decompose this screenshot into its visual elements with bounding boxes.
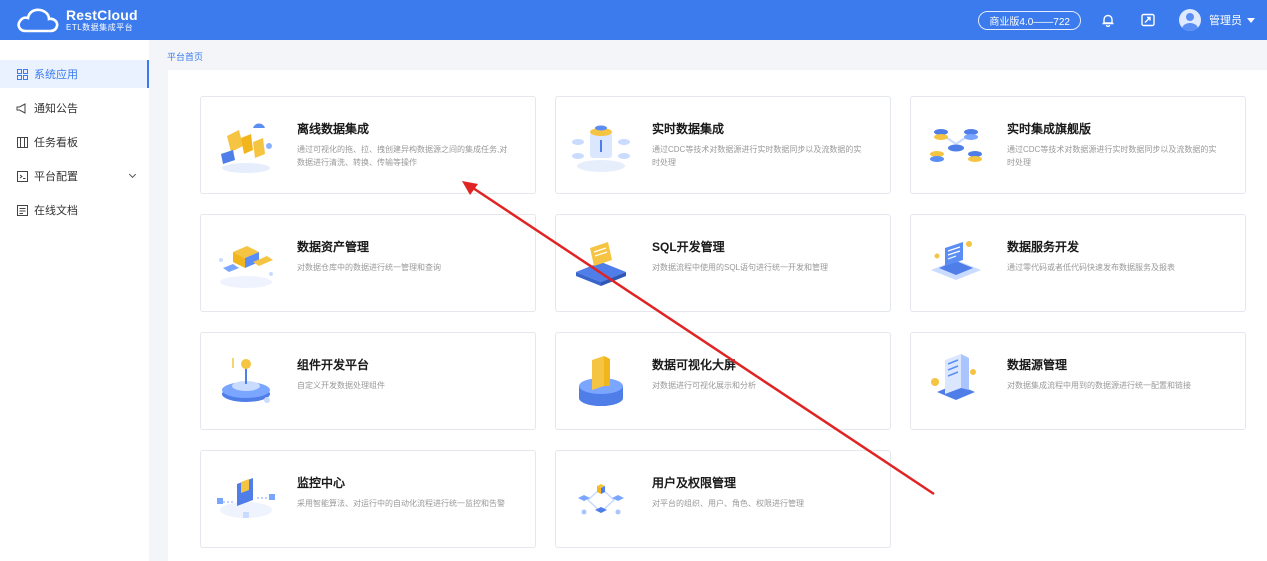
card-title: 数据可视化大屏 [652, 358, 737, 372]
sidebar-item-label: 任务看板 [34, 137, 78, 149]
card-description: 通过可视化的拖、拉、拽创建异构数据源之间的集成任务,对数据进行清洗、转换、传输等… [297, 145, 508, 167]
sidebar-item-label: 在线文档 [34, 205, 78, 217]
top-header: RestCloud ETL数据集成平台 商业版4.0——722 管理员 [0, 0, 1267, 40]
card-description: 对数据进行可视化展示和分析 [652, 381, 756, 390]
card-description: 对数据集成流程中用到的数据源进行统一配置和链接 [1007, 381, 1191, 390]
card-title: 实时集成旗舰版 [1007, 122, 1092, 136]
board-icon [16, 136, 28, 148]
card-title: 用户及权限管理 [652, 476, 737, 490]
card-description: 通过零代码或者低代码快速发布数据服务及报表 [1007, 263, 1175, 272]
document-icon [16, 204, 28, 216]
logo[interactable]: RestCloud ETL数据集成平台 [16, 5, 138, 35]
card-description: 通过CDC等技术对数据源进行实时数据同步以及流数据的实时处理 [1007, 145, 1217, 167]
user-menu[interactable]: 管理员 [1179, 9, 1255, 31]
card-description: 对平台的组织、用户、角色、权限进行管理 [652, 499, 804, 508]
megaphone-icon [16, 102, 28, 114]
sidebar-item-label: 通知公告 [34, 103, 78, 115]
visualization-screen-illustration-icon [579, 356, 623, 406]
share-screen-icon[interactable] [1139, 11, 1157, 29]
app-card-visualization[interactable]: 数据可视化大屏 对数据进行可视化展示和分析 [555, 332, 891, 430]
sidebar: 系统应用 通知公告 任务看板 平台配置 在线文档 [0, 40, 149, 561]
card-description: 采用智能算法、对运行中的自动化流程进行统一监控和告警 [297, 499, 505, 508]
monitoring-center-illustration-icon [217, 478, 275, 518]
component-dev-illustration-icon [222, 358, 270, 403]
logo-subtitle: ETL数据集成平台 [66, 23, 134, 32]
realtime-integration-illustration-icon [572, 125, 630, 172]
app-card-component-dev[interactable]: 组件开发平台 自定义开发数据处理组件 [200, 332, 536, 430]
card-title: 数据资产管理 [297, 240, 370, 254]
card-title: 实时数据集成 [652, 122, 725, 136]
caret-down-icon [1247, 17, 1255, 23]
sidebar-item-online-docs[interactable]: 在线文档 [0, 196, 149, 224]
card-title: 组件开发平台 [297, 358, 370, 372]
app-card-user-permissions[interactable]: 用户及权限管理 对平台的组织、用户、角色、权限进行管理 [555, 450, 891, 548]
grid-icon [16, 68, 28, 80]
sidebar-item-task-board[interactable]: 任务看板 [0, 128, 149, 156]
card-description: 对数据仓库中的数据进行统一管理和查询 [297, 263, 441, 272]
app-card-data-assets[interactable]: 数据资产管理 对数据仓库中的数据进行统一管理和查询 [200, 214, 536, 312]
sql-development-illustration-icon [576, 242, 626, 286]
sidebar-item-platform-config[interactable]: 平台配置 [0, 162, 149, 190]
app-card-offline-integration[interactable]: 离线数据集成 通过可视化的拖、拉、拽创建异构数据源之间的集成任务,对数据进行清洗… [200, 96, 536, 194]
app-card-realtime-flagship[interactable]: 实时集成旗舰版 通过CDC等技术对数据源进行实时数据同步以及流数据的实时处理 [910, 96, 1246, 194]
logo-title: RestCloud [66, 7, 138, 23]
sidebar-item-label: 平台配置 [34, 171, 78, 183]
bell-icon[interactable] [1099, 11, 1117, 29]
card-title: 离线数据集成 [297, 122, 370, 136]
app-card-realtime-integration[interactable]: 实时数据集成 通过CDC等技术对数据源进行实时数据同步以及流数据的实时处理 [555, 96, 891, 194]
app-card-datasource[interactable]: 数据源管理 对数据集成流程中用到的数据源进行统一配置和链接 [910, 332, 1246, 430]
user-name: 管理员 [1209, 15, 1242, 27]
data-assets-illustration-icon [219, 246, 273, 288]
cloud-logo-icon [17, 8, 59, 33]
chevron-down-icon[interactable] [128, 170, 137, 179]
datasource-illustration-icon [931, 354, 976, 400]
app-card-sql-development[interactable]: SQL开发管理 对数据流程中使用的SQL语句进行统一开发和管理 [555, 214, 891, 312]
sidebar-item-system-apps[interactable]: 系统应用 [0, 60, 149, 88]
user-permissions-illustration-icon [578, 484, 624, 515]
breadcrumb[interactable]: 平台首页 [167, 50, 203, 63]
avatar [1179, 9, 1201, 31]
card-description: 通过CDC等技术对数据源进行实时数据同步以及流数据的实时处理 [652, 145, 862, 167]
card-title: 数据服务开发 [1007, 240, 1080, 254]
version-badge[interactable]: 商业版4.0——722 [978, 10, 1081, 30]
card-title: 数据源管理 [1007, 358, 1068, 372]
card-description: 自定义开发数据处理组件 [297, 381, 385, 390]
app-grid: 离线数据集成 通过可视化的拖、拉、拽创建异构数据源之间的集成任务,对数据进行清洗… [168, 70, 1267, 561]
sidebar-item-label: 系统应用 [34, 69, 78, 81]
card-title: 监控中心 [297, 476, 346, 490]
app-card-monitoring[interactable]: 监控中心 采用智能算法、对运行中的自动化流程进行统一监控和告警 [200, 450, 536, 548]
config-icon [16, 170, 28, 182]
card-title: SQL开发管理 [652, 240, 725, 254]
card-description: 对数据流程中使用的SQL语句进行统一开发和管理 [652, 263, 829, 272]
data-service-illustration-icon [931, 241, 981, 280]
app-card-data-service[interactable]: 数据服务开发 通过零代码或者低代码快速发布数据服务及报表 [910, 214, 1246, 312]
offline-integration-illustration-icon [221, 123, 272, 173]
realtime-flagship-illustration-icon [930, 129, 982, 162]
sidebar-item-notices[interactable]: 通知公告 [0, 94, 149, 122]
